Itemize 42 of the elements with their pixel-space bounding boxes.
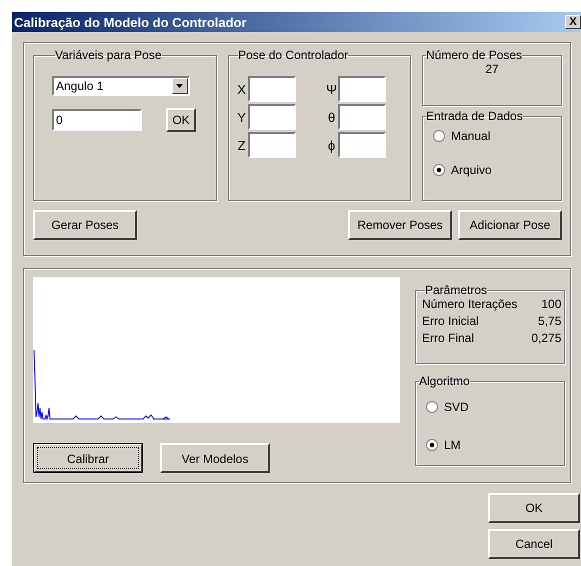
field-label: θ: [326, 110, 336, 124]
field-label: ϕ: [326, 138, 336, 152]
field-label: Z: [236, 138, 247, 152]
action-button[interactable]: Ver Modelos: [160, 443, 270, 473]
input-field[interactable]: [248, 104, 296, 130]
dropdown-arrow-icon: [176, 84, 184, 88]
dialog-button[interactable]: OK: [488, 493, 580, 523]
input-field[interactable]: [248, 76, 296, 102]
ok-button[interactable]: OK: [166, 108, 196, 132]
parameter-label: Erro Inicial: [422, 314, 480, 328]
action-button[interactable]: Adicionar Pose: [458, 210, 562, 240]
group-title: Número de Poses: [426, 48, 522, 62]
parameter-label: Número Iterações: [422, 297, 518, 311]
radio-option[interactable]: LM: [426, 438, 564, 452]
window-title: Calibração do Modelo do Controlador: [14, 14, 248, 30]
action-button[interactable]: Remover Poses: [348, 210, 452, 240]
parameter-value: 5,75: [537, 314, 562, 328]
input-field[interactable]: [338, 104, 386, 130]
field-label: Ψ: [325, 82, 338, 96]
field-label: Y: [236, 110, 247, 124]
input-field[interactable]: [338, 76, 386, 102]
input-field[interactable]: [248, 132, 296, 158]
parameter-value: 100: [540, 297, 562, 311]
group-title: Algoritmo: [419, 374, 470, 388]
radio-option[interactable]: Manual: [433, 129, 561, 143]
parameter-value: 0,275: [530, 331, 562, 345]
parameter-label: Erro Final: [422, 331, 476, 345]
poses-count: 27: [484, 62, 500, 76]
close-button[interactable]: X: [565, 15, 581, 29]
action-button[interactable]: Gerar Poses: [33, 210, 137, 240]
radio-option[interactable]: SVD: [426, 400, 564, 414]
field-label: X: [236, 82, 247, 96]
radio-option[interactable]: Arquivo: [433, 163, 561, 177]
dropdown[interactable]: Angulo 1: [52, 76, 190, 96]
input-field[interactable]: [338, 132, 386, 158]
input-field[interactable]: 0: [52, 109, 142, 131]
dialog-button[interactable]: Cancel: [488, 529, 580, 559]
group-title: Entrada de Dados: [426, 109, 523, 123]
action-button[interactable]: Calibrar: [33, 443, 143, 473]
group-title: Pose do Controlador: [238, 48, 348, 62]
group-title: Parâmetros: [425, 283, 488, 297]
group-title: Variáveis para Pose: [55, 48, 162, 62]
